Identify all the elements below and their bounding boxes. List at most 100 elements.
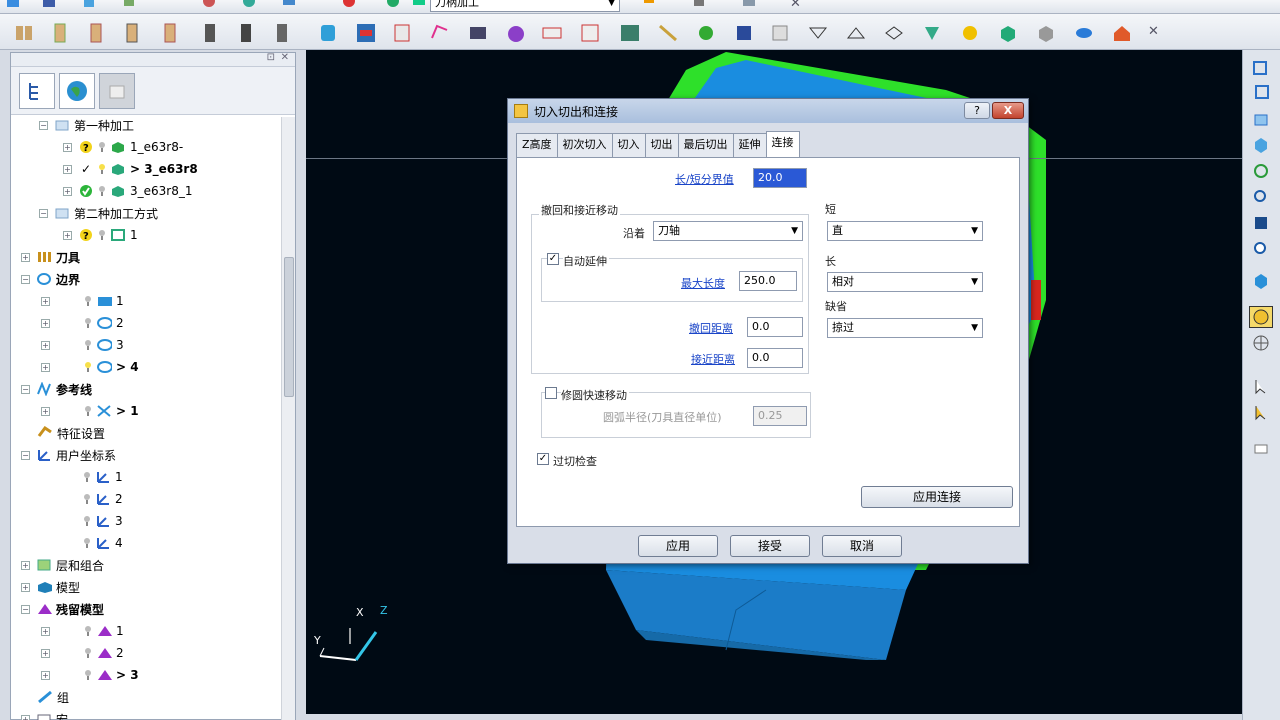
cancel-button[interactable]: 取消 <box>822 535 902 557</box>
bulb-icon[interactable] <box>84 339 92 351</box>
nc-program-icon[interactable] <box>578 21 602 45</box>
bulb-on-icon[interactable] <box>98 163 106 175</box>
start-point-icon[interactable] <box>466 21 490 45</box>
scrollbar-thumb[interactable] <box>284 257 294 397</box>
accept-button[interactable]: 接受 <box>730 535 810 557</box>
tree-workplane-3[interactable]: 3 <box>83 511 123 531</box>
delete-icon[interactable] <box>690 0 708 10</box>
bulb-on-icon[interactable] <box>84 361 92 373</box>
select-box-icon[interactable] <box>1249 402 1273 424</box>
view-front-icon[interactable] <box>1249 56 1273 78</box>
select-arrow-icon[interactable] <box>1249 376 1273 398</box>
short-select[interactable]: 直 ▼ <box>827 221 983 241</box>
tab-first-lead-in[interactable]: 初次切入 <box>556 133 613 157</box>
wireframe-icon[interactable] <box>920 21 944 45</box>
tree-folder-machining-2[interactable]: − 第二种加工方式 <box>39 203 158 223</box>
view-back-icon[interactable] <box>1249 82 1273 104</box>
tree-workplane-4[interactable]: 4 <box>83 533 123 553</box>
bulb-icon[interactable] <box>83 515 91 527</box>
apply-button[interactable]: 应用 <box>638 535 718 557</box>
tree-toolpath-boundary[interactable]: + ? 1 <box>63 225 138 245</box>
new-icon[interactable] <box>4 0 22 10</box>
eye-icon[interactable] <box>1072 21 1096 45</box>
globe-tab[interactable] <box>59 73 95 109</box>
pencil-icon[interactable] <box>640 0 658 10</box>
feedrate-icon[interactable] <box>504 21 528 45</box>
tool-icon[interactable] <box>120 0 138 10</box>
expand-icon[interactable]: + <box>41 340 50 350</box>
machine-icon[interactable] <box>200 0 218 10</box>
max-length-label[interactable]: 最大长度 <box>681 275 725 291</box>
end-mill-icon[interactable] <box>48 21 72 45</box>
save-icon[interactable] <box>40 0 58 10</box>
expand-icon[interactable]: + <box>41 406 50 416</box>
home-icon[interactable] <box>1110 21 1134 45</box>
tree-models[interactable]: + 模型 <box>21 577 80 597</box>
collapse-icon[interactable]: − <box>21 384 30 394</box>
toolbar2-close-icon[interactable]: ✕ <box>1148 24 1159 39</box>
tree-levels[interactable]: + 层和组合 <box>21 555 104 575</box>
zoom-fit-icon[interactable] <box>1249 186 1273 208</box>
tree-folder-machining-1[interactable]: − 第一种加工 <box>39 117 134 135</box>
tree-feature-sets[interactable]: 特征设置 <box>37 423 105 443</box>
rapid-move-icon[interactable] <box>390 21 414 45</box>
tree-tools[interactable]: + 刀具 <box>21 247 80 267</box>
tab-z-height[interactable]: Z高度 <box>516 133 558 157</box>
expand-icon[interactable]: + <box>41 362 50 372</box>
shaded-icon[interactable] <box>958 21 982 45</box>
dialog-close-button[interactable]: X <box>992 102 1024 119</box>
expand-icon[interactable]: + <box>41 670 50 680</box>
globe-icon[interactable] <box>240 0 258 10</box>
bulb-icon[interactable] <box>84 647 92 659</box>
tap-icon[interactable] <box>234 21 258 45</box>
view-iso-icon[interactable] <box>1249 134 1273 156</box>
approach-distance-label[interactable]: 接近距离 <box>691 351 735 367</box>
bulb-icon[interactable] <box>84 317 92 329</box>
gouge-check-checkbox[interactable]: ✓ <box>537 453 549 465</box>
tab-extension[interactable]: 延伸 <box>732 133 767 157</box>
explorer-scrollbar[interactable] <box>281 117 295 720</box>
tree-boundary-2[interactable]: + 2 <box>41 313 124 333</box>
tree-boundary-1[interactable]: + 1 <box>41 291 124 311</box>
collapse-icon[interactable]: − <box>21 604 30 614</box>
collapse-icon[interactable]: − <box>21 450 30 460</box>
tree-macros[interactable]: + 宏 <box>21 709 68 720</box>
view-iso-icon[interactable] <box>882 21 906 45</box>
shading-icon[interactable] <box>768 21 792 45</box>
auto-extend-checkbox[interactable]: ✓ <box>547 253 559 265</box>
expand-icon[interactable]: + <box>21 582 30 592</box>
dialog-help-button[interactable]: ? <box>964 102 990 119</box>
simulate-icon[interactable] <box>656 21 680 45</box>
tree-workplane-1[interactable]: 1 <box>83 467 123 487</box>
expand-icon[interactable]: + <box>63 164 72 174</box>
spindle-icon[interactable] <box>540 21 564 45</box>
tree-boundary-3[interactable]: + 3 <box>41 335 124 355</box>
view-left-icon[interactable] <box>1249 108 1273 130</box>
bulb-icon[interactable] <box>83 537 91 549</box>
view-mode-icon[interactable] <box>732 21 756 45</box>
expand-icon[interactable]: + <box>41 648 50 658</box>
zoom-icon[interactable] <box>1249 238 1273 260</box>
tree-stock-models[interactable]: − 残留模型 <box>21 599 104 619</box>
model-grey-icon[interactable] <box>1034 21 1058 45</box>
rotate-view-icon[interactable] <box>1249 160 1273 182</box>
block-icon[interactable] <box>354 21 378 45</box>
tab-last-lead-out[interactable]: 最后切出 <box>677 133 734 157</box>
tab-lead-out[interactable]: 切出 <box>644 133 679 157</box>
tab-lead-in[interactable]: 切入 <box>611 133 646 157</box>
basket-tab[interactable] <box>99 73 135 109</box>
bulb-icon[interactable] <box>98 229 106 241</box>
view-top-icon[interactable] <box>806 21 830 45</box>
tab-links[interactable]: 连接 <box>765 131 800 157</box>
tapered-tool-icon[interactable] <box>158 21 182 45</box>
expand-icon[interactable]: + <box>21 252 30 262</box>
collapse-icon[interactable]: − <box>39 208 48 218</box>
globe-wire-icon[interactable] <box>1249 332 1273 354</box>
tree-toolpath-1[interactable]: + ? 1_e63r8- <box>63 137 183 157</box>
zoom-box-icon[interactable] <box>1249 212 1273 234</box>
length-threshold-input[interactable]: 20.0 <box>753 168 807 188</box>
dropdown-icon[interactable] <box>1249 438 1273 460</box>
leads-links-icon[interactable] <box>428 21 452 45</box>
ball-mill-icon[interactable] <box>84 21 108 45</box>
along-select[interactable]: 刀轴 ▼ <box>653 221 803 241</box>
